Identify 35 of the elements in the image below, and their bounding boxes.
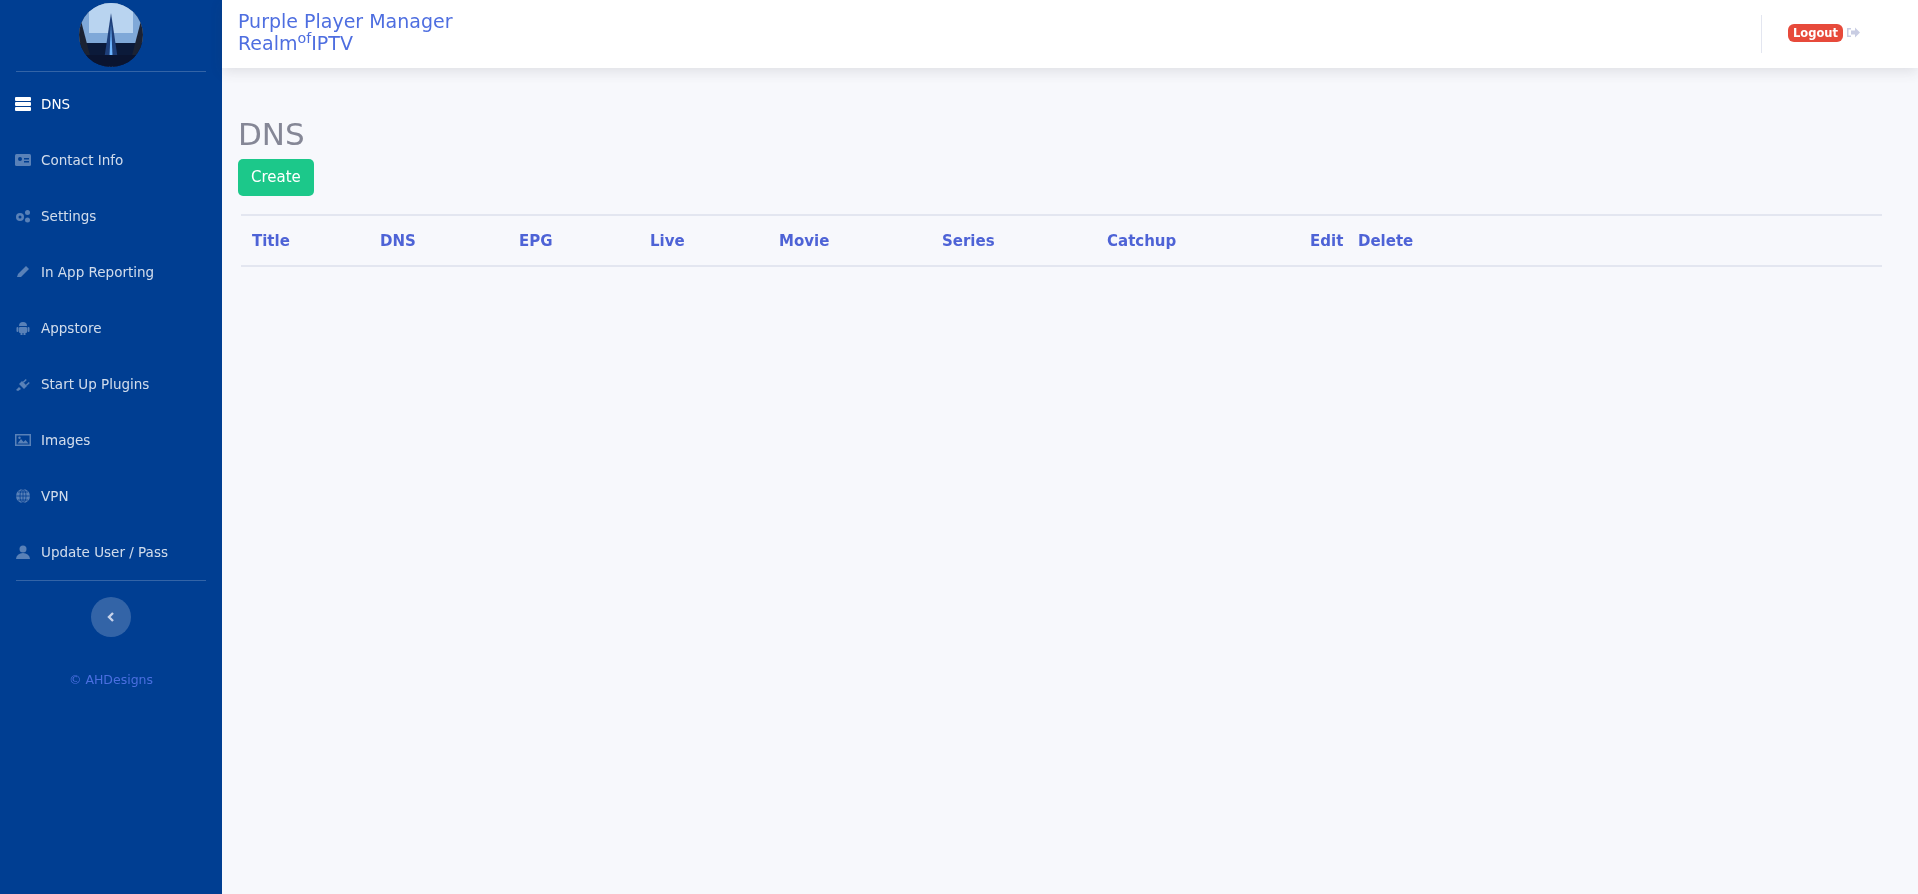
sidebar-item[interactable]: DNS [0, 76, 222, 132]
app-title: Purple Player Manager [238, 10, 454, 32]
contact-card-icon [15, 153, 31, 167]
page-heading: DNS [238, 115, 306, 153]
gears-icon [15, 209, 31, 223]
column-header: Edit [1310, 230, 1344, 252]
sidebar-item[interactable]: Appstore [0, 300, 222, 356]
plug-icon [15, 377, 31, 391]
sign-out-icon [1847, 27, 1861, 38]
sidebar-item[interactable]: Start Up Plugins [0, 356, 222, 412]
sidebar-item[interactable]: Update User / Pass [0, 524, 222, 580]
copyright-text: © AHDesigns [67, 671, 155, 689]
column-header: Delete [1358, 230, 1414, 252]
logout-button[interactable]: Logout [1788, 24, 1844, 42]
column-header: Catchup [1107, 230, 1177, 252]
sidebar-item[interactable]: Images [0, 412, 222, 468]
column-header: Series [942, 230, 995, 252]
column-header: Movie [779, 230, 830, 252]
column-header: EPG [519, 230, 553, 252]
pencil-icon [15, 265, 31, 279]
robot-icon [15, 321, 31, 335]
server-icon [15, 97, 31, 111]
collapse-button[interactable] [91, 597, 131, 637]
sidebar-item[interactable]: Settings [0, 188, 222, 244]
sidebar-item[interactable]: VPN [0, 468, 222, 524]
sidebar-item[interactable]: In App Reporting [0, 244, 222, 300]
chevron-left-icon [106, 611, 116, 623]
sidebar-item[interactable]: Contact Info [0, 132, 222, 188]
column-header: DNS [380, 230, 416, 252]
globe-icon [15, 489, 31, 503]
image-icon [15, 433, 31, 447]
column-header: Title [252, 230, 290, 252]
user-icon [15, 545, 31, 559]
app-subtitle: Realm$^{of}$IPTV [238, 32, 353, 54]
column-header: Live [650, 230, 685, 252]
